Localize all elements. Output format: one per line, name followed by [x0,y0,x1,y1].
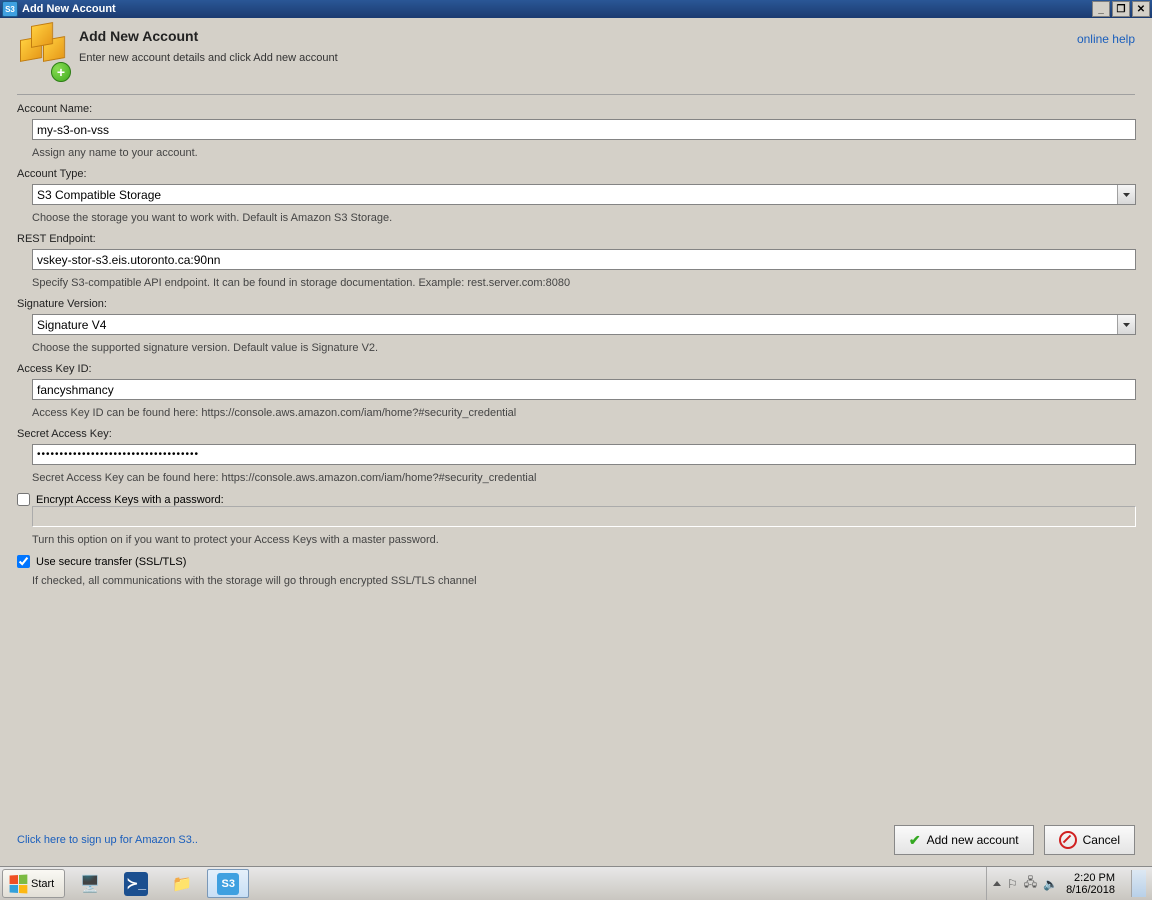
secret-key-input[interactable] [32,444,1136,465]
page-title: Add New Account [79,28,338,44]
account-type-label: Account Type: [17,168,1135,180]
system-tray: ⚐ 🖧 🔈 2:20 PM 8/16/2018 [986,867,1152,900]
page-subtitle: Enter new account details and click Add … [79,52,338,64]
minimize-button[interactable]: _ [1092,1,1110,17]
signature-version-select[interactable] [32,314,1136,335]
account-name-label: Account Name: [17,103,1135,115]
volume-icon[interactable]: 🔈 [1043,877,1058,891]
tray-overflow-icon[interactable] [993,881,1001,886]
signup-link[interactable]: Click here to sign up for Amazon S3.. [17,834,198,846]
title-bar: S3 Add New Account _ ❐ ✕ [0,0,1152,18]
encrypt-checkbox[interactable] [17,493,30,506]
account-name-input[interactable] [32,119,1136,140]
separator [17,94,1135,95]
taskbar: Start 🖥️ ≻_ 📁 S3 ⚐ 🖧 🔈 2:20 PM 8/16/2018 [0,866,1152,900]
folder-icon: 📁 [170,872,194,896]
account-type-select[interactable] [32,184,1136,205]
signature-version-label: Signature Version: [17,298,1135,310]
taskbar-item-s3browser[interactable]: S3 [207,869,249,898]
taskbar-item-powershell[interactable]: ≻_ [115,869,157,898]
ssl-label: Use secure transfer (SSL/TLS) [36,556,186,568]
show-desktop-button[interactable] [1131,870,1146,897]
access-key-input[interactable] [32,379,1136,400]
clock-date: 8/16/2018 [1066,884,1115,896]
add-account-button[interactable]: ✔ Add new account [894,825,1034,855]
cancel-label: Cancel [1083,833,1120,847]
account-name-hint: Assign any name to your account. [32,147,1135,159]
network-icon[interactable]: 🖧 [1024,873,1037,894]
encrypt-password-input [32,506,1136,527]
header-icon: + [17,28,69,80]
start-label: Start [31,878,54,890]
ssl-hint: If checked, all communications with the … [32,575,1135,587]
secret-key-label: Secret Access Key: [17,428,1135,440]
windows-logo-icon [10,874,28,893]
ssl-checkbox[interactable] [17,555,30,568]
flag-icon[interactable]: ⚐ [1007,877,1018,891]
add-account-label: Add new account [927,833,1019,847]
clock-time: 2:20 PM [1066,872,1115,884]
app-icon: S3 [2,1,18,17]
rest-endpoint-hint: Specify S3-compatible API endpoint. It c… [32,277,1135,289]
start-button[interactable]: Start [2,869,65,898]
powershell-icon: ≻_ [124,872,148,896]
rest-endpoint-input[interactable] [32,249,1136,270]
taskbar-item-explorer[interactable]: 📁 [161,869,203,898]
dialog-content: + Add New Account Enter new account deta… [0,18,1152,867]
window-title: Add New Account [22,3,1090,15]
signature-version-hint: Choose the supported signature version. … [32,342,1135,354]
s3-app-icon: S3 [217,873,239,895]
encrypt-hint: Turn this option on if you want to prote… [32,534,1135,546]
account-type-hint: Choose the storage you want to work with… [32,212,1135,224]
access-key-label: Access Key ID: [17,363,1135,375]
rest-endpoint-label: REST Endpoint: [17,233,1135,245]
encrypt-label: Encrypt Access Keys with a password: [36,494,224,506]
taskbar-item-server-manager[interactable]: 🖥️ [69,869,111,898]
online-help-link[interactable]: online help [1077,28,1135,46]
cancel-icon [1059,831,1077,849]
cancel-button[interactable]: Cancel [1044,825,1135,855]
server-icon: 🖥️ [78,872,102,896]
maximize-button[interactable]: ❐ [1112,1,1130,17]
clock[interactable]: 2:20 PM 8/16/2018 [1066,872,1119,896]
check-icon: ✔ [909,832,921,849]
access-key-hint: Access Key ID can be found here: https:/… [32,407,1135,419]
secret-key-hint: Secret Access Key can be found here: htt… [32,472,1135,484]
close-button[interactable]: ✕ [1132,1,1150,17]
